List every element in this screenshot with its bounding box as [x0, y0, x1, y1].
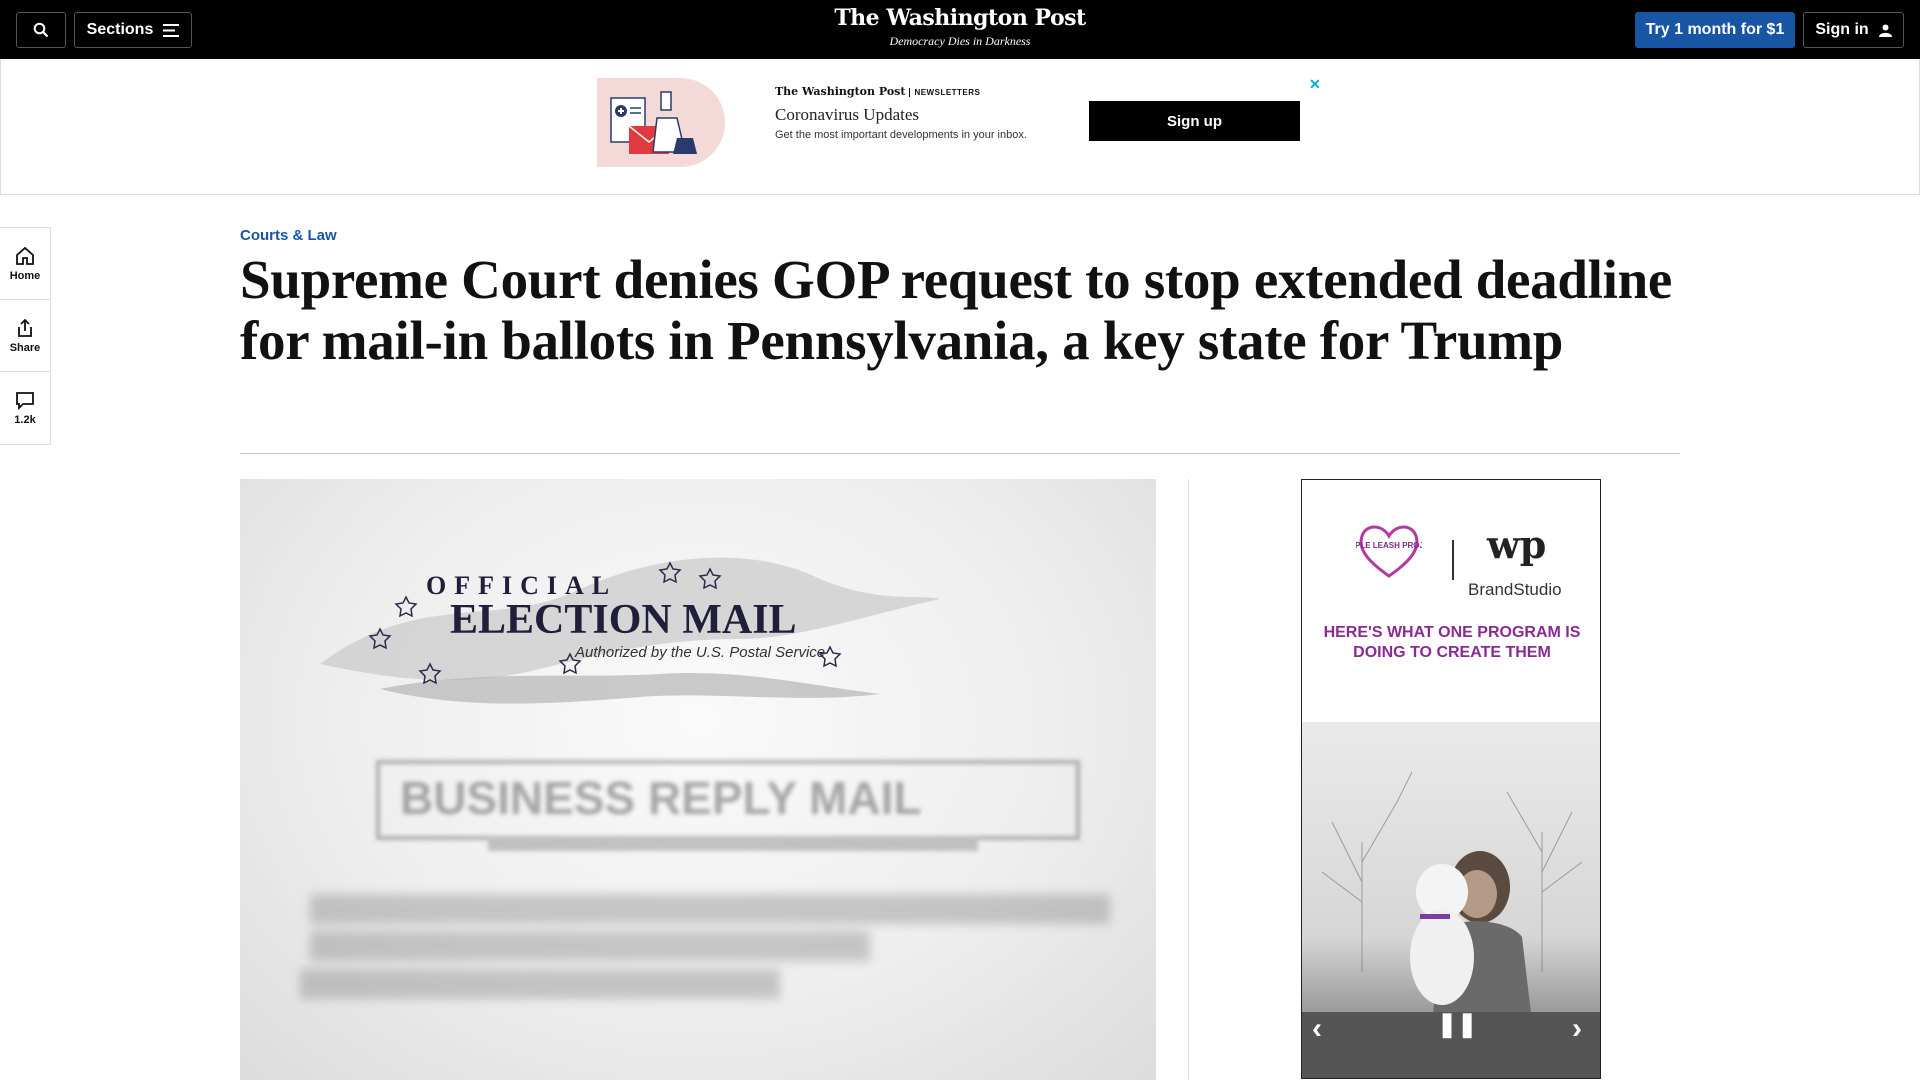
rail-comments-button[interactable]: 1.2k — [0, 372, 50, 444]
home-icon — [16, 246, 34, 265]
rail-share-label: Share — [9, 341, 41, 354]
menu-icon — [163, 23, 180, 37]
rail-home-button[interactable]: Home — [0, 228, 50, 300]
ad-close-icon[interactable]: ✕ — [1309, 76, 1321, 93]
comment-icon — [16, 392, 34, 410]
content-divider — [1188, 479, 1189, 1080]
search-icon — [33, 22, 49, 38]
sign-in-label: Sign in — [1815, 21, 1869, 38]
sign-in-button[interactable]: Sign in — [1803, 12, 1904, 48]
brandstudio-label: BrandStudio — [1468, 580, 1562, 599]
brandstudio-ad[interactable]: PURPLE LEASH PROJECT wp BrandStudio HERE… — [1301, 479, 1601, 1079]
masthead[interactable]: The Washington Post Democracy Dies in Da… — [760, 5, 1160, 49]
wp-logo: wp — [1487, 522, 1547, 567]
masthead-tagline: Democracy Dies in Darkness — [889, 34, 1031, 48]
envelope-election-mail-text: ELECTION MAIL — [450, 597, 797, 643]
article-kicker[interactable]: Courts & Law — [240, 227, 337, 244]
top-nav-bar: Sections The Washington Post Democracy D… — [0, 0, 1920, 59]
newsletter-signup-button[interactable]: Sign up — [1089, 101, 1300, 141]
purple-leash-text: PURPLE LEASH PROJECT — [1356, 541, 1422, 550]
article-side-rail: Home Share 1.2k — [0, 227, 51, 445]
rail-home-label: Home — [9, 269, 41, 282]
newsletter-title: Coronavirus Updates — [775, 105, 920, 124]
newsletter-section: NEWSLETTERS — [909, 88, 981, 97]
envelope-official-text: OFFICIAL — [426, 571, 617, 600]
newsletter-illustration — [597, 78, 725, 167]
carousel-next-icon[interactable]: › — [1572, 1012, 1582, 1046]
election-mail-envelope-photo: OFFICIAL ELECTION MAIL Authorized by the… — [300, 557, 1110, 999]
rail-comments-count: 1.2k — [14, 414, 36, 426]
newsletter-brand-name: The Washington Post — [775, 85, 906, 98]
lead-image: OFFICIAL ELECTION MAIL Authorized by the… — [240, 479, 1156, 1080]
newsletter-ad-banner: The Washington Post NEWSLETTERS Coronavir… — [0, 59, 1920, 195]
brandstudio-ad-headline: HERE'S WHAT ONE PROGRAM IS DOING TO CREA… — [1323, 624, 1581, 661]
envelope-flask-illustration — [610, 91, 697, 154]
envelope-business-reply-text: BUSINESS REPLY MAIL — [400, 772, 921, 824]
article-headline: Supreme Court denies GOP request to stop… — [240, 249, 1672, 371]
purple-leash-logo: PURPLE LEASH PROJECT — [1338, 520, 1440, 580]
masthead-logo[interactable]: The Washington Post — [760, 5, 1160, 31]
subscribe-button[interactable]: Try 1 month for $1 — [1635, 12, 1795, 48]
search-button[interactable] — [16, 12, 66, 48]
user-icon — [1878, 24, 1892, 37]
newsletter-description: Get the most important developments in y… — [775, 129, 1027, 141]
carousel-prev-icon[interactable]: ‹ — [1312, 1012, 1322, 1046]
sections-button[interactable]: Sections — [74, 12, 192, 48]
carousel-pause-icon[interactable]: ❚❚ — [1437, 1010, 1477, 1039]
sections-label: Sections — [86, 21, 154, 38]
logo-separator — [1452, 540, 1454, 580]
share-icon — [18, 318, 32, 337]
newsletter-brand: The Washington Post NEWSLETTERS — [775, 85, 981, 98]
rail-share-button[interactable]: Share — [0, 300, 50, 372]
envelope-authorized-text: Authorized by the U.S. Postal Service — [574, 644, 825, 661]
headline-divider — [240, 453, 1680, 454]
